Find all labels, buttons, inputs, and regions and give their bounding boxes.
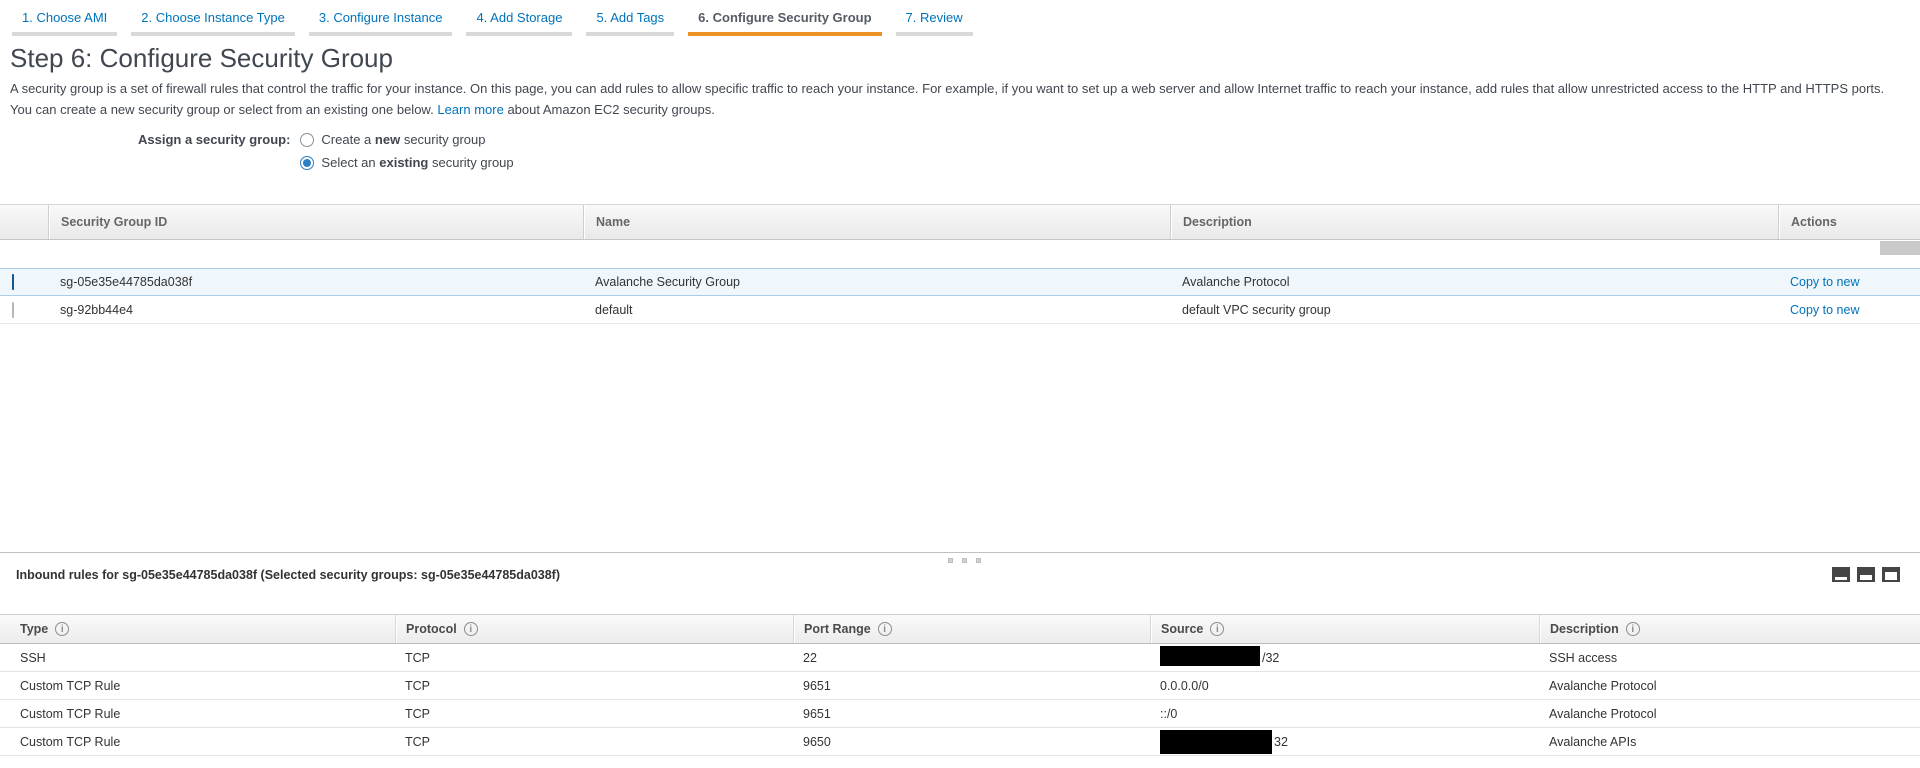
security-group-row-default[interactable]: sg-92bb44e4 default default VPC security… [0, 296, 1920, 324]
table-empty-area [0, 324, 1920, 552]
port-range-info-icon[interactable]: i [878, 622, 892, 636]
rule-type: Custom TCP Rule [0, 735, 395, 749]
rule-description: Avalanche Protocol [1539, 707, 1920, 721]
inbound-rule-row: SSH TCP 22 /32 SSH access [0, 644, 1920, 672]
pane-splitter [0, 552, 1920, 553]
copy-to-new-link[interactable]: Copy to new [1790, 303, 1859, 317]
radio-create-new-label: Create a new security group [321, 132, 485, 147]
table-spacer [0, 240, 1920, 268]
intro-text-before-link: A security group is a set of firewall ru… [10, 81, 1884, 117]
tab-configure-instance[interactable]: 3. Configure Instance [309, 10, 453, 36]
rule-port-range: 9651 [793, 679, 1150, 693]
layout-bottom-pane-large-icon[interactable] [1882, 567, 1900, 582]
rule-source: ::/0 [1150, 707, 1539, 721]
redacted-ip-block [1160, 730, 1272, 754]
rule-port-range: 22 [793, 651, 1150, 665]
security-group-id: sg-05e35e44785da038f [48, 275, 583, 289]
header-security-group-id: Security Group ID [48, 205, 583, 239]
security-group-id: sg-92bb44e4 [48, 303, 583, 317]
radio-button-checked[interactable] [300, 156, 314, 170]
assign-security-group-options: Create a new security group Select an ex… [300, 128, 513, 174]
security-groups-table: Security Group ID Name Description Actio… [0, 204, 1920, 552]
tab-add-storage[interactable]: 4. Add Storage [466, 10, 572, 36]
rule-protocol: TCP [395, 651, 793, 665]
rule-source: 0.0.0.0/0 [1150, 679, 1539, 693]
header-port-range: Port Rangei [793, 615, 1150, 643]
header-name: Name [583, 205, 1170, 239]
inbound-rules-table-header: Typei Protocoli Port Rangei Sourcei Desc… [0, 614, 1920, 644]
rule-description: Avalanche Protocol [1539, 679, 1920, 693]
rule-description: SSH access [1539, 651, 1920, 665]
wizard-step-tabs: 1. Choose AMI 2. Choose Instance Type 3.… [0, 0, 1920, 36]
rule-type: SSH [0, 651, 395, 665]
rule-protocol: TCP [395, 679, 793, 693]
rule-port-range: 9651 [793, 707, 1150, 721]
copy-to-new-link[interactable]: Copy to new [1790, 275, 1859, 289]
header-source: Sourcei [1150, 615, 1539, 643]
inbound-rule-row: Custom TCP Rule TCP 9650 32 Avalanche AP… [0, 728, 1920, 756]
row-checkbox-unchecked[interactable] [12, 302, 14, 318]
tab-choose-instance-type[interactable]: 2. Choose Instance Type [131, 10, 295, 36]
header-type: Typei [0, 615, 395, 643]
redacted-ip-block [1160, 646, 1260, 666]
source-info-icon[interactable]: i [1210, 622, 1224, 636]
learn-more-link[interactable]: Learn more [437, 102, 503, 117]
security-groups-table-header: Security Group ID Name Description Actio… [0, 204, 1920, 240]
rule-description: Avalanche APIs [1539, 735, 1920, 749]
row-checkbox-checked[interactable] [12, 274, 14, 290]
page-title: Step 6: Configure Security Group [10, 43, 1920, 74]
rule-protocol: TCP [395, 707, 793, 721]
header-description: Description [1170, 205, 1778, 239]
splitter-drag-handle-icon[interactable] [948, 558, 981, 563]
header-checkbox-column [0, 205, 48, 239]
intro-text-after-link: about Amazon EC2 security groups. [507, 102, 714, 117]
layout-bottom-pane-small-icon[interactable] [1832, 567, 1850, 582]
security-group-name: Avalanche Security Group [583, 275, 1170, 289]
security-group-description: Avalanche Protocol [1170, 275, 1778, 289]
rule-source: 32 [1150, 730, 1539, 754]
description-info-icon[interactable]: i [1626, 622, 1640, 636]
rule-port-range: 9650 [793, 735, 1150, 749]
tab-configure-security-group[interactable]: 6. Configure Security Group [688, 10, 881, 36]
inbound-rules-table: Typei Protocoli Port Rangei Sourcei Desc… [0, 614, 1920, 756]
radio-select-existing-group[interactable]: Select an existing security group [300, 151, 513, 174]
type-info-icon[interactable]: i [55, 622, 69, 636]
assign-security-group: Assign a security group: Create a new se… [138, 128, 1920, 174]
rule-type: Custom TCP Rule [0, 679, 395, 693]
header-actions: Actions [1778, 205, 1920, 239]
inbound-rules-title: Inbound rules for sg-05e35e44785da038f (… [16, 568, 560, 582]
inbound-rule-row: Custom TCP Rule TCP 9651 ::/0 Avalanche … [0, 700, 1920, 728]
tab-add-tags[interactable]: 5. Add Tags [586, 10, 674, 36]
radio-create-new-group[interactable]: Create a new security group [300, 128, 513, 151]
rule-protocol: TCP [395, 735, 793, 749]
security-group-row-avalanche[interactable]: sg-05e35e44785da038f Avalanche Security … [0, 268, 1920, 296]
tab-choose-ami[interactable]: 1. Choose AMI [12, 10, 117, 36]
pane-layout-toggles [1832, 567, 1900, 582]
assign-security-group-label: Assign a security group: [138, 128, 290, 174]
security-group-name: default [583, 303, 1170, 317]
rule-type: Custom TCP Rule [0, 707, 395, 721]
intro-text: A security group is a set of firewall ru… [10, 78, 1908, 120]
header-protocol: Protocoli [395, 615, 793, 643]
layout-bottom-pane-half-icon[interactable] [1857, 567, 1875, 582]
radio-button-unchecked[interactable] [300, 133, 314, 147]
protocol-info-icon[interactable]: i [464, 622, 478, 636]
security-group-description: default VPC security group [1170, 303, 1778, 317]
tab-review[interactable]: 7. Review [896, 10, 973, 36]
radio-select-existing-label: Select an existing security group [321, 155, 513, 170]
table-scrollbar-cap[interactable] [1880, 241, 1920, 255]
inbound-rule-row: Custom TCP Rule TCP 9651 0.0.0.0/0 Avala… [0, 672, 1920, 700]
rule-source: /32 [1150, 646, 1539, 670]
header-rule-description: Descriptioni [1539, 615, 1920, 643]
